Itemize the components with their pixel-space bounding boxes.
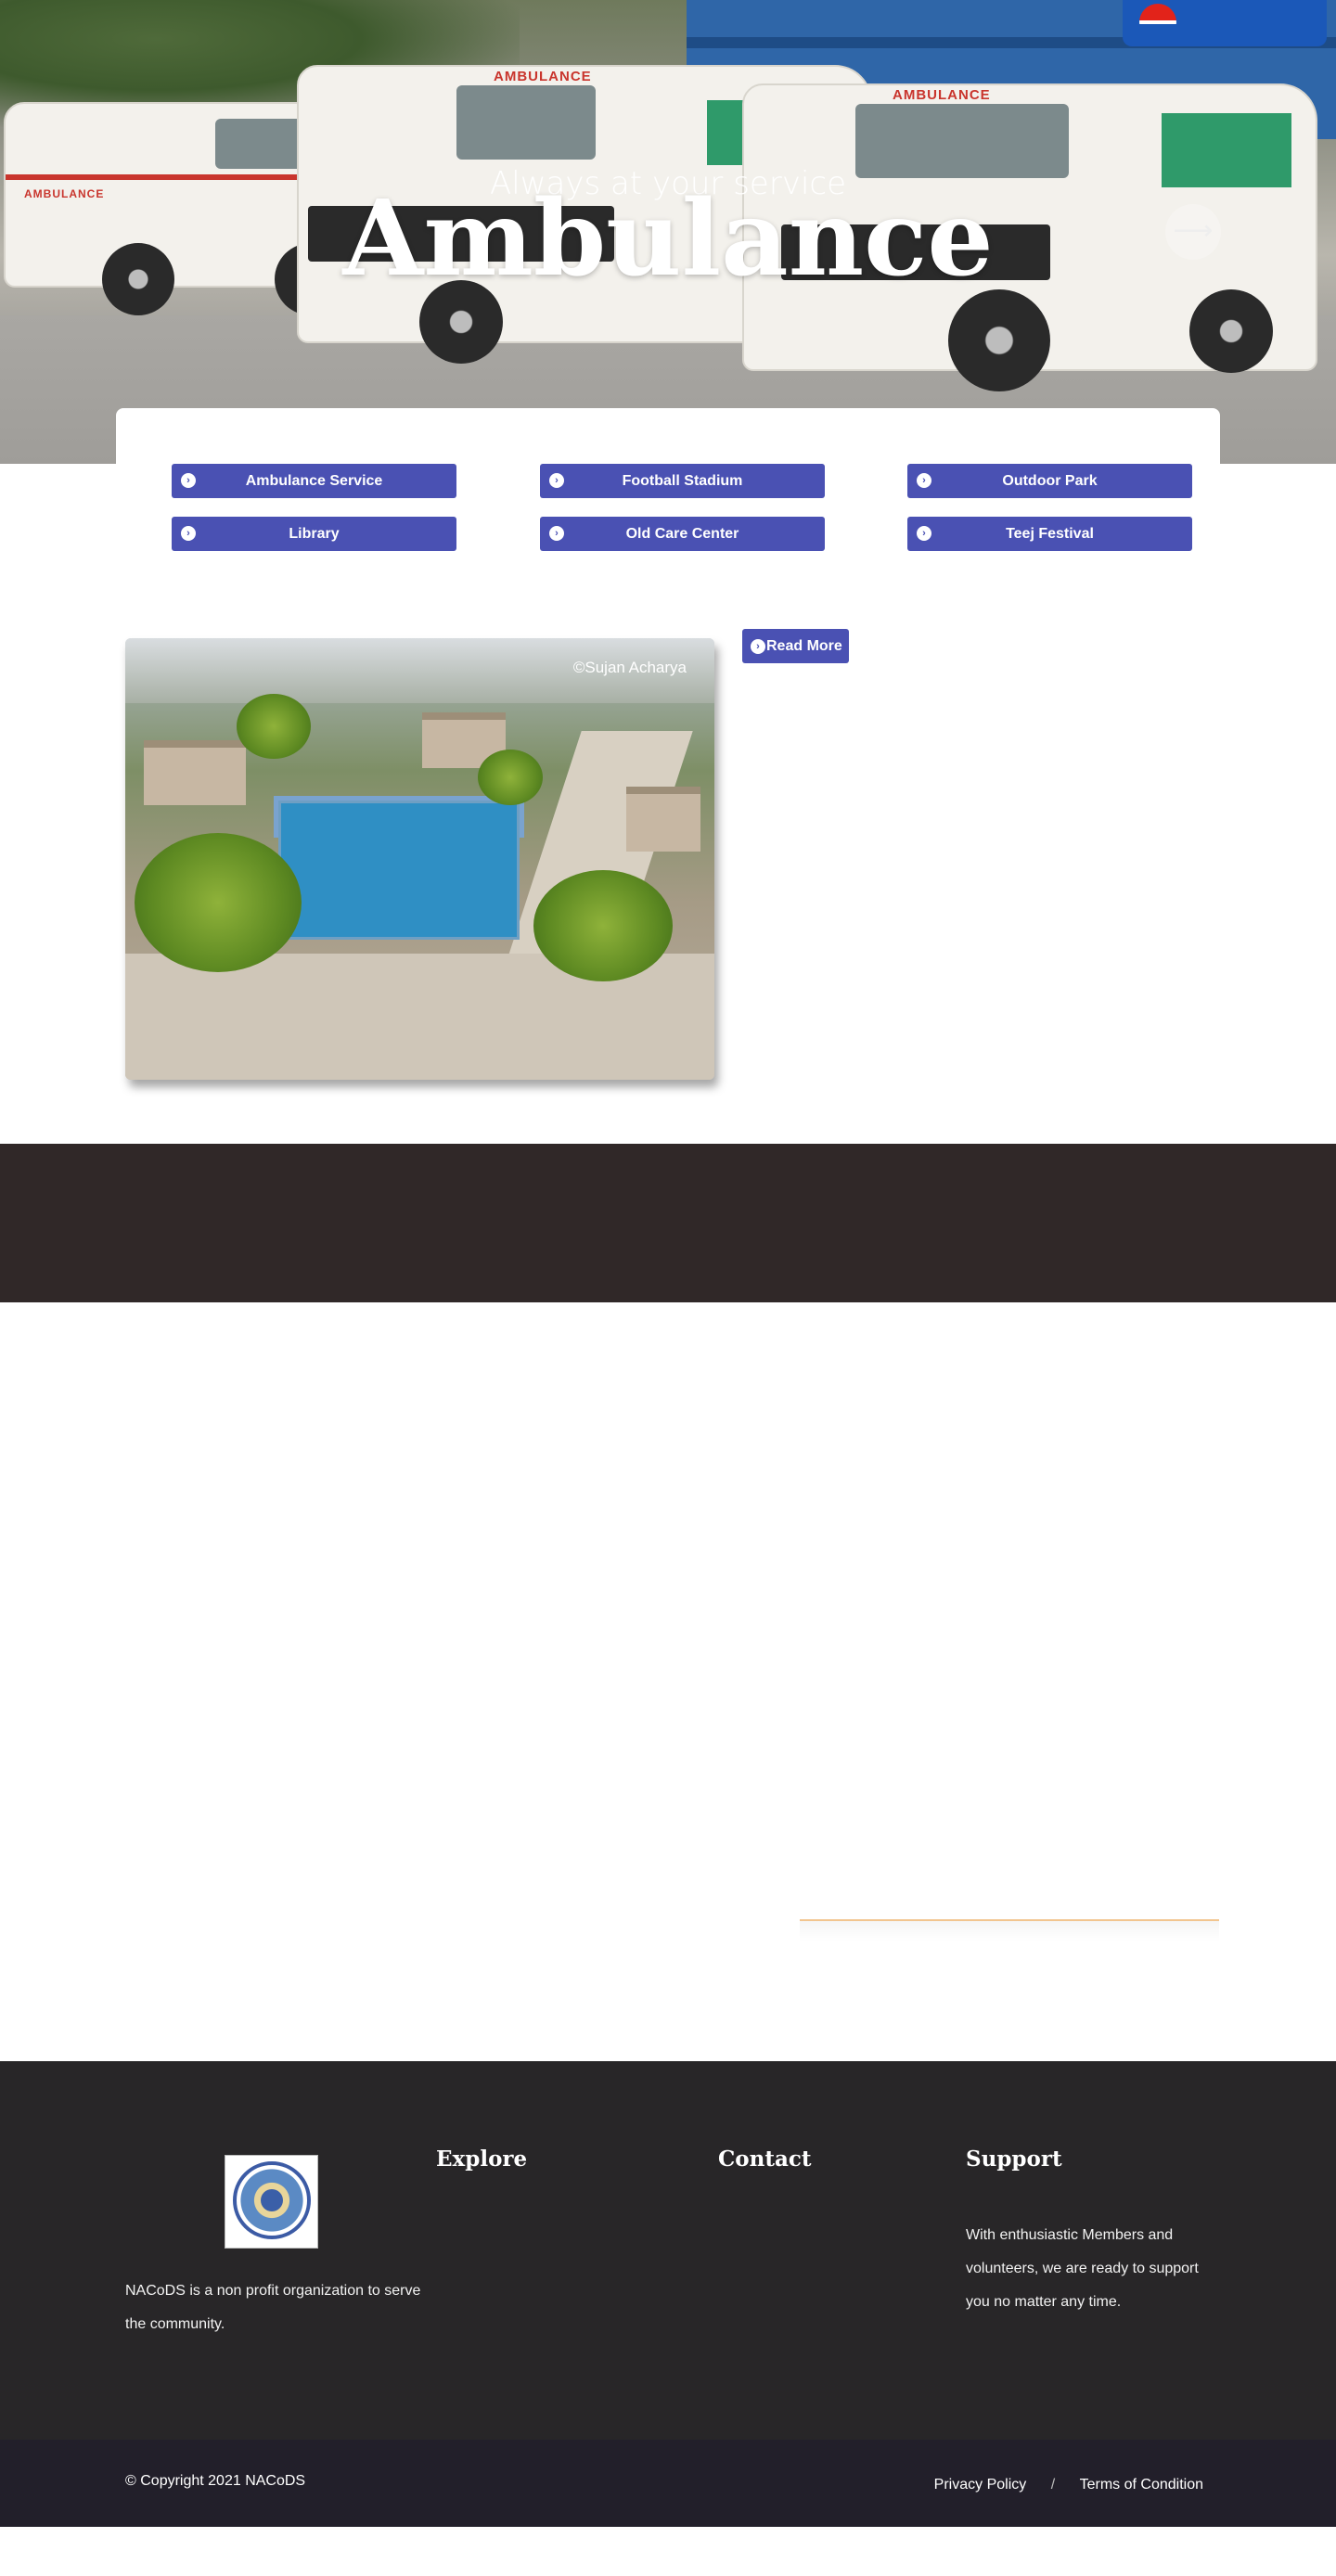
- read-more-button[interactable]: › Read More: [742, 629, 849, 663]
- footer-heading-explore: Explore: [436, 2147, 528, 2172]
- footer-legal-links: Privacy Policy / Terms of Condition: [927, 2477, 1211, 2493]
- chevron-circle-right-icon: ›: [549, 526, 564, 541]
- dark-band-section: [0, 1144, 1336, 1302]
- footer-about-text: NACoDS is a non profit organization to s…: [125, 2283, 421, 2332]
- chevron-circle-right-icon: ›: [751, 639, 765, 654]
- service-button-old-care-center[interactable]: › Old Care Center: [540, 517, 825, 551]
- service-button-ambulance[interactable]: › Ambulance Service: [172, 464, 456, 498]
- photo-credit: ©Sujan Acharya: [572, 659, 687, 676]
- nacods-logo[interactable]: [225, 2155, 318, 2249]
- terms-of-condition-link[interactable]: Terms of Condition: [1080, 2477, 1203, 2493]
- link-separator: /: [1050, 2477, 1056, 2493]
- hero-title: Ambulance: [342, 178, 994, 300]
- chevron-circle-right-icon: ›: [917, 526, 931, 541]
- feature-photo: ©Sujan Acharya: [125, 638, 714, 1080]
- service-button-outdoor-park[interactable]: › Outdoor Park: [907, 464, 1192, 498]
- footer-support-text: With enthusiastic Members and volunteers…: [966, 2227, 1199, 2310]
- chevron-circle-right-icon: ›: [549, 473, 564, 488]
- privacy-policy-link[interactable]: Privacy Policy: [934, 2477, 1027, 2493]
- footer: NACoDS is a non profit organization to s…: [0, 2061, 1336, 2440]
- footer-heading-contact: Contact: [718, 2147, 812, 2172]
- service-button-library[interactable]: › Library: [172, 517, 456, 551]
- chevron-circle-right-icon: ›: [181, 526, 196, 541]
- hero-banner: AMBULANCE AMBULANCE AMBULANCE Always at …: [0, 0, 1336, 464]
- hero-heading-group: Always at your service Ambulance: [0, 167, 1336, 295]
- chevron-circle-right-icon: ›: [917, 473, 931, 488]
- footer-bottom-bar: © Copyright 2021 NACoDS Privacy Policy /…: [0, 2440, 1336, 2527]
- services-card: › Ambulance Service › Football Stadium ›…: [116, 408, 1220, 584]
- service-button-teej-festival[interactable]: › Teej Festival: [907, 517, 1192, 551]
- building-in-photo: [278, 801, 520, 940]
- footer-heading-support: Support: [966, 2147, 1062, 2172]
- service-button-football-stadium[interactable]: › Football Stadium: [540, 464, 825, 498]
- copyright-text: © Copyright 2021 NACoDS: [125, 2473, 306, 2489]
- chevron-circle-right-icon: ›: [181, 473, 196, 488]
- hero-background-signboard: [1123, 0, 1327, 46]
- arrow-right-icon[interactable]: ⟶: [1165, 204, 1221, 260]
